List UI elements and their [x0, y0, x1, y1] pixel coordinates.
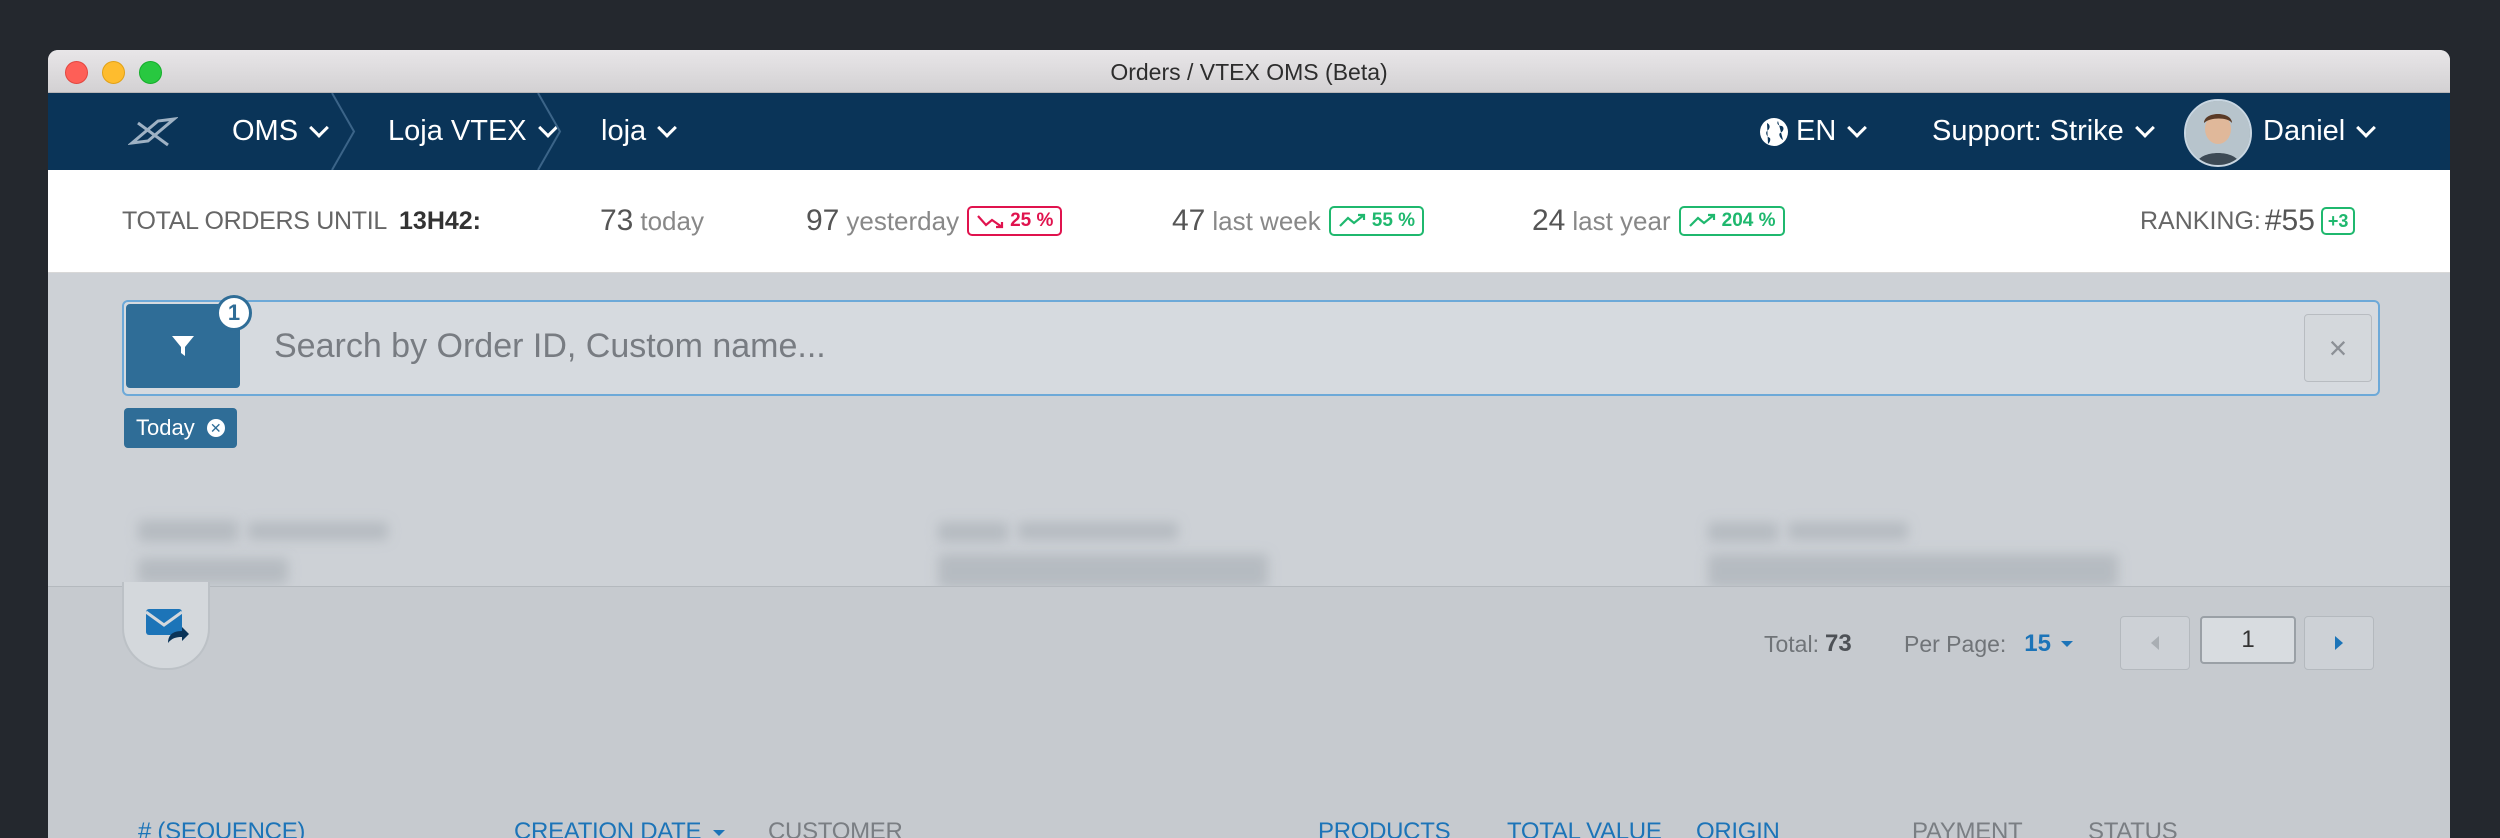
store-label: Loja VTEX — [388, 115, 527, 147]
email-export-button[interactable] — [122, 582, 210, 670]
stat-yesterday-unit: yesterday — [846, 205, 960, 236]
stat-last-year: 24 last year 204 % — [1532, 170, 1785, 272]
column-header-customer: CUSTOMER — [768, 818, 903, 838]
clear-search-button[interactable]: × — [2304, 314, 2372, 382]
ranking: RANKING: #55 +3 — [2140, 170, 2356, 272]
title-bar: Orders / VTEX OMS (Beta) — [48, 50, 2450, 93]
search-input[interactable] — [274, 302, 2224, 390]
support-label: Support: Strike — [1932, 115, 2124, 147]
chevron-down-icon — [2134, 118, 2155, 138]
orders-list-area — [48, 586, 2450, 838]
per-page-value: 15 — [2024, 630, 2051, 657]
per-page-label: Per Page: — [1904, 630, 2007, 657]
chevron-right-icon — [2335, 636, 2343, 650]
chevron-down-icon — [1847, 118, 1868, 138]
trend-up-badge: 55 % — [1328, 206, 1425, 236]
order-search-bar: 1 × — [122, 295, 2380, 396]
column-header-products[interactable]: PRODUCTS — [1318, 818, 1451, 838]
user-name: Daniel — [2263, 115, 2346, 147]
envelope-forward-icon — [145, 609, 189, 643]
stats-time: 13H42: — [399, 206, 482, 235]
stat-yesterday: 97 yesterday 25 % — [806, 170, 1063, 272]
total-label: Total: — [1764, 630, 1819, 657]
ranking-label: RANKING: — [2140, 206, 2261, 235]
stats-label: TOTAL ORDERS UNTIL — [122, 206, 388, 235]
breadcrumb-separator — [328, 92, 358, 171]
breadcrumb-separator — [534, 92, 564, 171]
order-stats-bar: TOTAL ORDERS UNTIL 13H42: 73 today 97 ye… — [48, 170, 2450, 273]
avatar[interactable] — [2184, 99, 2252, 167]
top-navbar: OMS Loja VTEX loja EN Support: Strike Da… — [48, 92, 2450, 171]
vtex-logo-icon[interactable] — [127, 113, 179, 151]
module-label: OMS — [232, 115, 299, 147]
store-dropdown[interactable]: Loja VTEX — [388, 93, 558, 170]
trend-down-badge: 25 % — [967, 206, 1063, 236]
column-header-creation-date-label: CREATION DATE — [514, 818, 702, 838]
stat-last-year-change: 204 % — [1721, 210, 1776, 231]
globe-icon — [1760, 117, 1788, 146]
stat-last-year-unit: last year — [1572, 205, 1671, 236]
ranking-value: #55 — [2264, 204, 2315, 237]
chevron-down-icon — [2356, 118, 2377, 138]
filter-count-badge: 1 — [216, 295, 252, 331]
active-filter-label: Today — [136, 415, 195, 440]
column-header-total-value[interactable]: TOTAL VALUE — [1507, 818, 1662, 838]
chevron-left-icon — [2151, 636, 2159, 650]
language-label: EN — [1796, 115, 1837, 147]
column-header-origin[interactable]: ORIGIN — [1696, 818, 1780, 838]
stat-last-week-unit: last week — [1212, 205, 1321, 236]
sort-descending-icon — [712, 829, 725, 836]
stat-today-unit: today — [640, 205, 704, 236]
trend-up-badge: 204 % — [1678, 206, 1785, 236]
chevron-down-icon — [657, 118, 678, 138]
account-label: loja — [601, 115, 647, 147]
column-header-sequence[interactable]: # (SEQUENCE) — [138, 818, 305, 838]
stat-last-week-count: 47 — [1172, 204, 1206, 237]
stats-label-group: TOTAL ORDERS UNTIL 13H42: — [122, 170, 481, 272]
support-dropdown[interactable]: Support: Strike — [1932, 93, 2155, 170]
ranking-change-badge: +3 — [2320, 207, 2356, 235]
app-window: Orders / VTEX OMS (Beta) OMS Loja VTEX l… — [48, 50, 2450, 838]
total-value: 73 — [1824, 630, 1852, 657]
stat-yesterday-count: 97 — [806, 204, 840, 237]
total-count: Total: 73 — [1764, 616, 1852, 672]
stat-today-count: 73 — [600, 204, 634, 237]
remove-filter-icon[interactable]: ✕ — [206, 419, 225, 437]
module-dropdown[interactable]: OMS — [232, 93, 329, 170]
trend-up-icon — [1688, 213, 1715, 227]
user-menu[interactable]: Daniel — [2263, 93, 2377, 170]
active-filter-tag[interactable]: Today ✕ — [124, 408, 237, 448]
column-header-status: STATUS — [2088, 818, 2178, 838]
stat-last-week-change: 55 % — [1371, 210, 1416, 231]
stat-last-year-count: 24 — [1532, 204, 1566, 237]
trend-down-icon — [977, 215, 1004, 229]
stat-yesterday-change: 25 % — [1010, 210, 1054, 231]
filter-icon — [172, 336, 194, 356]
trend-up-icon — [1338, 213, 1365, 227]
account-dropdown[interactable]: loja — [601, 93, 678, 170]
filter-button[interactable]: 1 — [126, 295, 252, 388]
stat-today: 73 today — [600, 170, 704, 272]
column-header-creation-date[interactable]: CREATION DATE — [514, 818, 726, 838]
column-header-payment: PAYMENT — [1912, 818, 2023, 838]
language-dropdown[interactable]: EN — [1758, 93, 1868, 170]
stat-last-week: 47 last week 55 % — [1172, 170, 1425, 272]
previous-page-button[interactable] — [2120, 616, 2190, 670]
chevron-down-icon — [309, 118, 329, 138]
page-number-input[interactable] — [2200, 616, 2296, 664]
window-title: Orders / VTEX OMS (Beta) — [1110, 59, 1388, 85]
caret-down-icon — [2061, 641, 2073, 647]
next-page-button[interactable] — [2304, 616, 2374, 670]
per-page-selector[interactable]: Per Page: 15 — [1904, 616, 2075, 672]
